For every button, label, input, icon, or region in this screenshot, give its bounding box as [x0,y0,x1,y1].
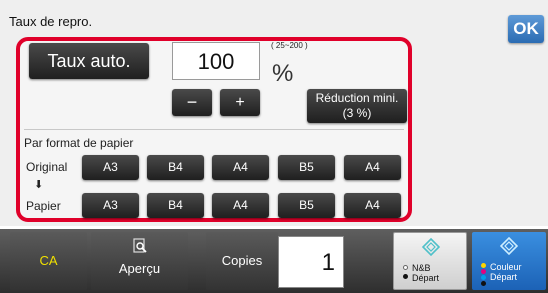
cyan-dot [481,275,486,280]
preview-label: Aperçu [118,261,161,276]
clear-all-button[interactable]: CA [10,232,87,290]
paper-row-label: Papier [26,199,61,213]
arrow-down-icon: ⬇ [34,179,44,191]
color-start-button[interactable]: Couleur Départ [472,232,546,290]
yellow-dot [481,263,486,268]
original-row-label: Original [26,160,68,174]
paper-format-section-label: Par format de papier [24,136,134,150]
bw-start-button[interactable]: N&B Départ [393,232,467,290]
preview-icon [132,238,148,254]
increase-ratio-button[interactable]: + [220,89,260,116]
paper-size-a3-button[interactable]: A3 [82,193,139,218]
original-size-a3-button[interactable]: A3 [82,155,139,180]
section-divider [24,129,404,130]
minimum-reduction-button[interactable]: Réduction mini. (3 %) [307,89,407,123]
paper-size-b4-button[interactable]: B4 [147,193,204,218]
copies-count-field[interactable]: 1 [278,236,344,288]
bw-start-label: N&B Départ [412,263,439,283]
bw-white-dot [403,265,408,270]
ratio-range-label: ( 25~200 ) [271,41,308,50]
color-label-line1: Couleur [490,262,522,272]
black-dot [481,281,486,286]
magenta-dot [481,269,486,274]
color-start-label: Couleur Départ [490,262,522,282]
preview-button[interactable]: Aperçu [91,232,188,290]
reduction-label-line2: (3 %) [342,106,372,120]
color-label-line2: Départ [490,272,518,282]
original-size-a4r-button[interactable]: A4 [344,155,401,180]
original-size-a4-button[interactable]: A4 [212,155,269,180]
bw-start-icon [421,237,441,257]
percent-unit-label: % [272,60,294,87]
bw-label-line1: N&B [412,263,431,273]
original-size-b5-button[interactable]: B5 [278,155,335,180]
decrease-ratio-button[interactable]: − [172,89,212,116]
ratio-panel: Taux de repro. OK Taux auto. 100 ( 25~20… [0,0,548,226]
color-start-icon [499,236,519,256]
original-size-b4-button[interactable]: B4 [147,155,204,180]
reduction-label-line1: Réduction mini. [315,91,399,105]
auto-ratio-button[interactable]: Taux auto. [29,43,149,79]
bw-black-dot [403,274,408,279]
paper-size-b5-button[interactable]: B5 [278,193,335,218]
ok-button[interactable]: OK [508,15,544,43]
paper-size-a4-button[interactable]: A4 [212,193,269,218]
copy-ratio-screen: Taux de repro. OK Taux auto. 100 ( 25~20… [0,0,548,293]
bw-label-line2: Départ [412,273,440,283]
ratio-value-field[interactable]: 100 [172,42,260,80]
paper-size-a4r-button[interactable]: A4 [344,193,401,218]
copies-button[interactable]: Copies [206,232,278,290]
panel-title: Taux de repro. [9,14,93,29]
